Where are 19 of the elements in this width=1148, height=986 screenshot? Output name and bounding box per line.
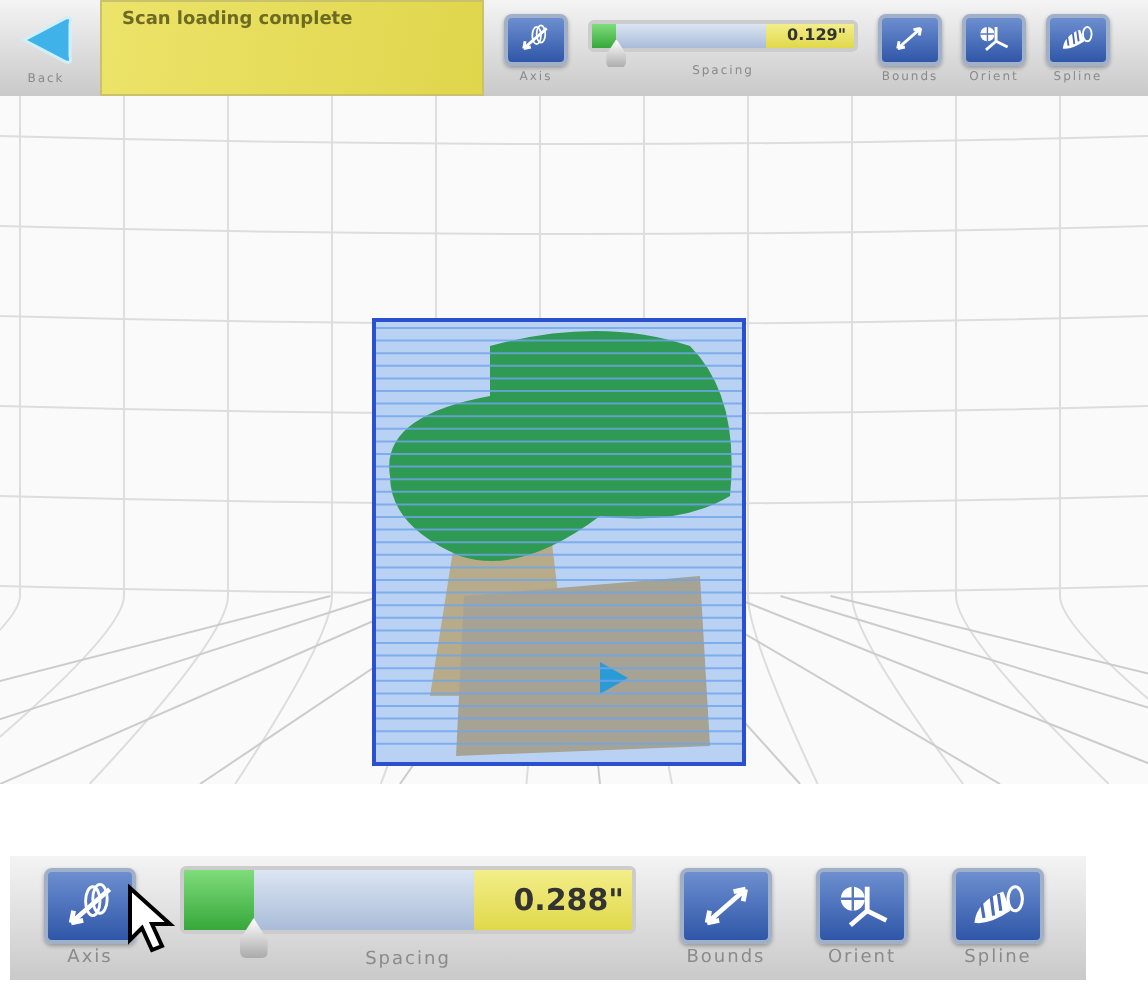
globe-axes-icon — [974, 24, 1014, 54]
tool-label: Spline — [964, 948, 1032, 968]
bounds-button[interactable] — [680, 868, 772, 944]
back-arrow-icon — [18, 13, 74, 65]
spacing-value: 0.129" — [766, 23, 854, 47]
tool-label: Orient — [827, 948, 897, 968]
axis-button[interactable] — [44, 868, 136, 944]
status-message: Scan loading complete — [100, 0, 484, 96]
tool-label: Bounds — [686, 948, 766, 968]
spline-button[interactable] — [952, 868, 1044, 944]
tool-label: Axis — [67, 948, 113, 968]
spline-button[interactable] — [1046, 13, 1110, 65]
orient-button[interactable] — [816, 868, 908, 944]
striped-cone-icon — [1058, 24, 1098, 54]
orient-button[interactable] — [962, 13, 1026, 65]
spacing-value: 0.288" — [474, 870, 632, 930]
pointer-cursor-icon — [126, 884, 178, 956]
axis-button[interactable] — [504, 13, 568, 65]
bounds-button[interactable] — [878, 13, 942, 65]
